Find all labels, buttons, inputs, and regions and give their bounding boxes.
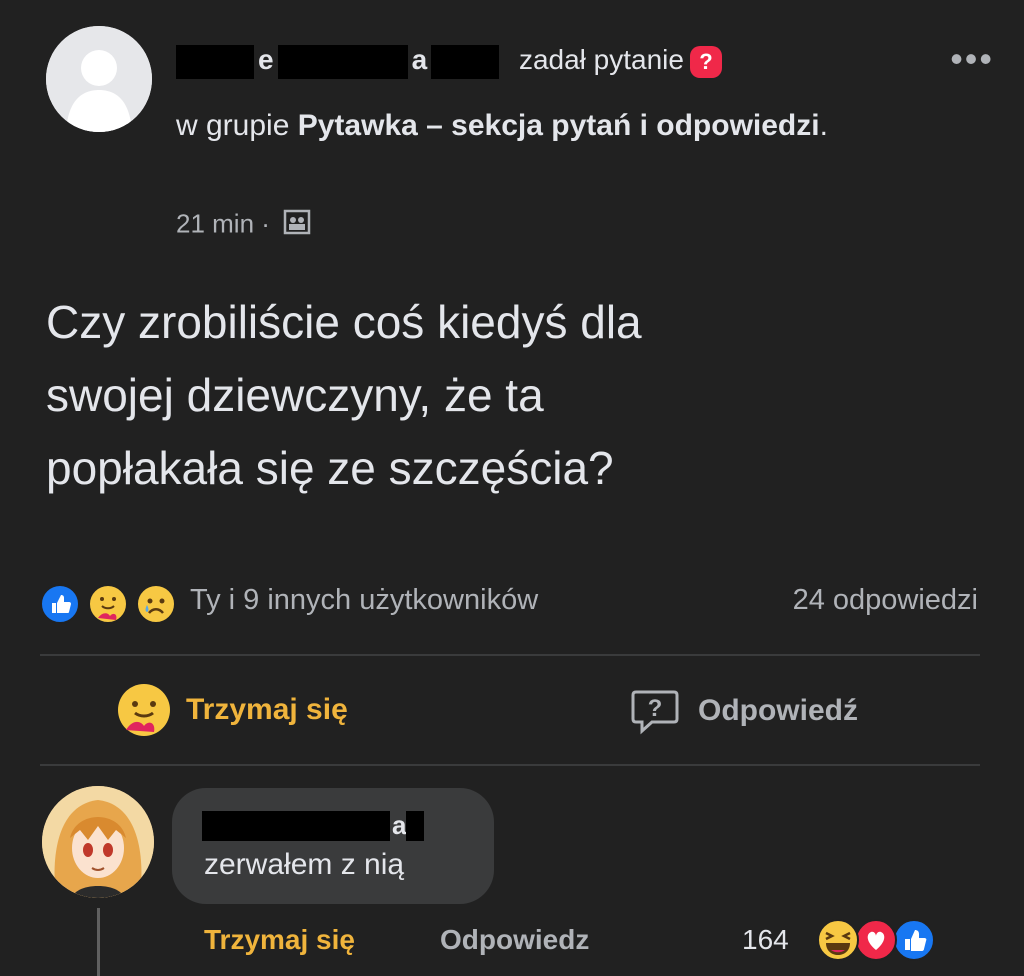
question-bubble-icon: ? xyxy=(630,686,680,736)
redacted-name: ea xyxy=(176,44,500,79)
comment-text: zerwałem z nią xyxy=(204,848,405,881)
default-avatar-icon xyxy=(46,26,152,132)
post-time[interactable]: 21 min xyxy=(176,208,254,238)
post-action-text: zadał pytanie xyxy=(518,44,684,75)
post-question: Czy zrobiliście coś kiedyś dla swojej dz… xyxy=(46,296,642,494)
post-header: ea zadał pytanie? xyxy=(176,44,722,92)
like-icon xyxy=(892,918,936,967)
divider xyxy=(40,764,980,766)
svg-text:?: ? xyxy=(648,695,663,722)
care-reaction-button[interactable]: Trzymaj się xyxy=(116,682,348,738)
more-options-icon[interactable]: ••• xyxy=(950,38,994,80)
commenter-avatar[interactable] xyxy=(42,786,154,898)
reaction-summary-text[interactable]: Ty i 9 innych użytkowników xyxy=(190,584,538,617)
sad-icon xyxy=(136,584,176,624)
like-icon xyxy=(40,584,80,624)
answer-button[interactable]: ? Odpowiedź xyxy=(630,686,858,736)
post-meta: 21 min · xyxy=(176,208,311,243)
question-badge-icon: ? xyxy=(689,45,722,78)
author-avatar[interactable] xyxy=(46,26,152,132)
group-name-link[interactable]: Pytawka – sekcja pytań i odpowiedzi xyxy=(298,109,820,142)
thread-line xyxy=(97,908,100,976)
divider xyxy=(40,654,980,656)
members-icon xyxy=(283,208,311,243)
love-icon xyxy=(854,918,898,967)
comment-reaction-count[interactable]: 164 xyxy=(742,924,789,956)
comment-care-button[interactable]: Trzymaj się xyxy=(204,924,355,956)
haha-icon xyxy=(816,918,860,967)
redacted-commenter-name[interactable]: a xyxy=(202,810,425,841)
comment-reaction-icons[interactable] xyxy=(816,918,946,962)
comment-bubble xyxy=(172,788,494,904)
anime-avatar-icon xyxy=(42,786,154,898)
answers-count[interactable]: 24 odpowiedzi xyxy=(793,584,978,617)
care-icon xyxy=(116,682,172,738)
care-icon xyxy=(88,584,128,624)
group-info: w grupie Pytawka – sekcja pytań i odpowi… xyxy=(176,109,828,142)
comment-reply-button[interactable]: Odpowiedz xyxy=(440,924,589,956)
